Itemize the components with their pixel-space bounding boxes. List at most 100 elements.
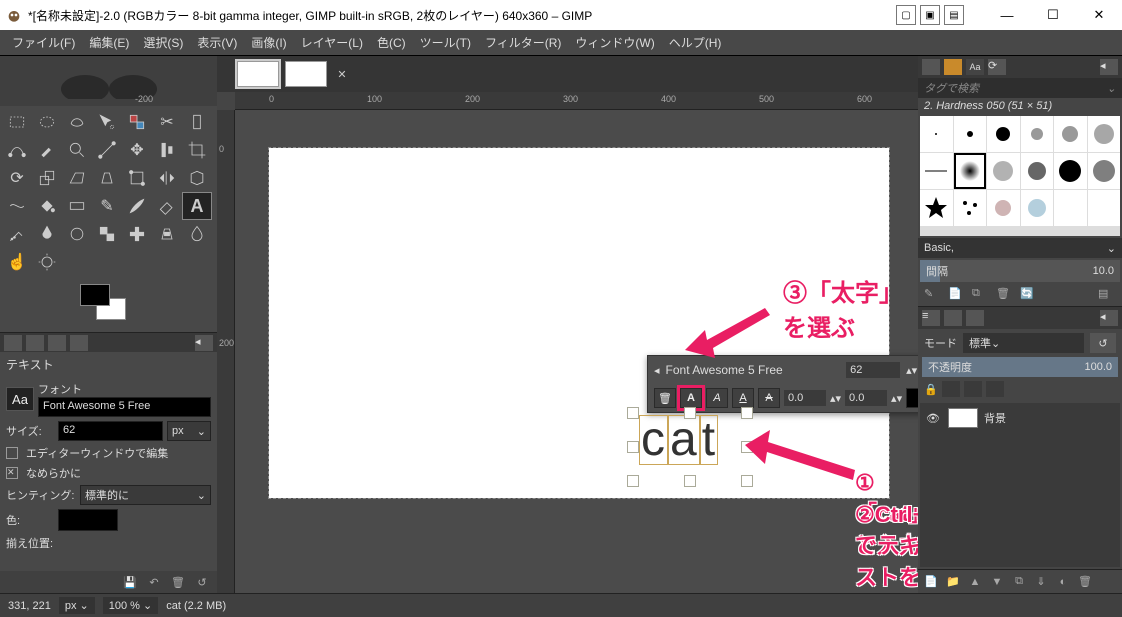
handle-tm[interactable]	[684, 407, 696, 419]
font-field[interactable]: Font Awesome 5 Free	[38, 397, 211, 417]
handle-ml[interactable]	[627, 441, 639, 453]
image-thumb-1[interactable]	[237, 61, 279, 87]
tool-color-picker[interactable]	[32, 136, 62, 164]
tt-underline-button[interactable]: A	[732, 388, 754, 408]
tool-perspective[interactable]	[92, 164, 122, 192]
tool-smudge[interactable]: ☝	[2, 248, 32, 276]
tool-rect-select[interactable]	[2, 108, 32, 136]
tool-pencil[interactable]: ✎	[92, 192, 122, 220]
layer-name[interactable]: 背景	[984, 410, 1006, 426]
brush-del-icon[interactable]: 🗑	[996, 287, 1014, 303]
tab-paths-icon[interactable]	[966, 310, 984, 326]
layer-mask-icon[interactable]: ◐	[1054, 574, 1072, 590]
mode-switch-icon[interactable]: ↺	[1090, 333, 1116, 353]
tool-perspective-clone[interactable]	[152, 220, 182, 248]
brush-item[interactable]	[987, 116, 1020, 152]
menu-help[interactable]: ヘルプ(H)	[663, 31, 728, 54]
tt-italic-button[interactable]: A	[706, 388, 728, 408]
tool-opt-save-icon[interactable]: 💾	[121, 574, 139, 590]
editor-window-checkbox[interactable]	[6, 447, 18, 459]
tool-dodge[interactable]	[32, 248, 62, 276]
menu-window[interactable]: ウィンドウ(W)	[569, 31, 660, 54]
mode-dropdown[interactable]: 標準	[963, 333, 1084, 353]
brush-item[interactable]	[954, 190, 987, 226]
tool-opt-delete-icon[interactable]: 🗑	[169, 574, 187, 590]
handle-tr[interactable]	[741, 407, 753, 419]
brush-item[interactable]	[1088, 190, 1121, 226]
handle-tl[interactable]	[627, 407, 639, 419]
brush-open-icon[interactable]: ▤	[1098, 287, 1116, 303]
brush-item[interactable]	[1021, 190, 1054, 226]
tool-scale[interactable]	[32, 164, 62, 192]
handle-bl[interactable]	[627, 475, 639, 487]
brush-item-selected[interactable]	[954, 153, 987, 189]
status-unit-dropdown[interactable]: px ⌄	[59, 597, 95, 614]
brush-item[interactable]	[1088, 153, 1121, 189]
tool-by-color-select[interactable]	[122, 108, 152, 136]
tool-ink[interactable]	[32, 220, 62, 248]
brush-item[interactable]	[920, 153, 953, 189]
tag-search[interactable]: タグで検索⌄	[918, 78, 1122, 98]
ruler-horizontal[interactable]: -200 0 100 200 300 400 500 600	[235, 92, 918, 110]
maximize-button[interactable]: ☐	[1030, 0, 1076, 30]
brush-item[interactable]	[1088, 116, 1121, 152]
menu-color[interactable]: 色(C)	[371, 31, 412, 54]
brush-item[interactable]	[987, 153, 1020, 189]
layer-group-icon[interactable]: 📁	[944, 574, 962, 590]
layer-thumb[interactable]	[948, 408, 978, 428]
tool-bucket-fill[interactable]	[32, 192, 62, 220]
tool-align[interactable]	[152, 136, 182, 164]
visibility-icon[interactable]: 👁	[926, 412, 942, 425]
menu-image[interactable]: 画像(I)	[245, 31, 292, 54]
tool-rotate[interactable]: ⟳	[2, 164, 32, 192]
aux-icon-2[interactable]: ▣	[920, 5, 940, 25]
dock-tab-brushes[interactable]	[922, 59, 940, 75]
tool-unified-transform[interactable]	[122, 164, 152, 192]
image-thumb-2[interactable]	[285, 61, 327, 87]
size-field[interactable]: 62	[58, 421, 163, 441]
menu-file[interactable]: ファイル(F)	[6, 31, 81, 54]
brush-item[interactable]	[920, 116, 953, 152]
hinting-dropdown[interactable]: 標準的に	[80, 485, 211, 505]
aux-icon-3[interactable]: ▤	[944, 5, 964, 25]
tt-size-field[interactable]: 62	[846, 362, 900, 378]
menu-layer[interactable]: レイヤー(L)	[295, 31, 369, 54]
status-zoom-dropdown[interactable]: 100 % ⌄	[103, 597, 158, 614]
brush-item[interactable]	[954, 116, 987, 152]
brush-item[interactable]	[1021, 116, 1054, 152]
layers-menu-icon[interactable]: ◂	[1100, 310, 1118, 326]
dock-tab-4[interactable]	[70, 335, 88, 351]
tool-free-select[interactable]	[62, 108, 92, 136]
tool-paths[interactable]	[2, 136, 32, 164]
dock-tab-tool-options[interactable]	[4, 335, 22, 351]
menu-edit[interactable]: 編集(E)	[83, 31, 135, 54]
tool-warp[interactable]	[2, 192, 32, 220]
tool-zoom[interactable]	[62, 136, 92, 164]
layer-row[interactable]: 👁 背景	[920, 403, 1120, 433]
handle-bm[interactable]	[684, 475, 696, 487]
layer-down-icon[interactable]: ▼	[988, 574, 1006, 590]
tt-font-prev-icon[interactable]: ◂	[654, 364, 660, 377]
tool-gradient[interactable]	[62, 192, 92, 220]
brush-item[interactable]	[1054, 190, 1087, 226]
menu-select[interactable]: 選択(S)	[137, 31, 189, 54]
canvas-viewport[interactable]: ◂ Font Awesome 5 Free 62 ▴▾ px ⌄ 🗑 A A A…	[235, 110, 918, 593]
tool-scissors[interactable]: ✂	[152, 108, 182, 136]
layer-merge-icon[interactable]: ⇓	[1032, 574, 1050, 590]
brush-item[interactable]	[987, 190, 1020, 226]
tool-clone[interactable]	[92, 220, 122, 248]
aux-icon-1[interactable]: ▢	[896, 5, 916, 25]
brush-dup-icon[interactable]: ⧉	[972, 287, 990, 303]
layer-dup-icon[interactable]: ⧉	[1010, 574, 1028, 590]
tool-paintbrush[interactable]	[122, 192, 152, 220]
brush-item[interactable]	[1054, 116, 1087, 152]
fg-color-swatch[interactable]	[80, 284, 110, 306]
tool-opt-restore-icon[interactable]: ↶	[145, 574, 163, 590]
brush-new-icon[interactable]: 📄	[948, 287, 966, 303]
tt-baseline-field[interactable]: 0.0	[784, 390, 826, 406]
tt-clear-button[interactable]: 🗑	[654, 388, 676, 408]
brush-item[interactable]	[920, 190, 953, 226]
smooth-checkbox[interactable]	[6, 467, 18, 479]
tab-channels-icon[interactable]	[944, 310, 962, 326]
opacity-slider[interactable]: 不透明度 100.0	[922, 357, 1118, 377]
